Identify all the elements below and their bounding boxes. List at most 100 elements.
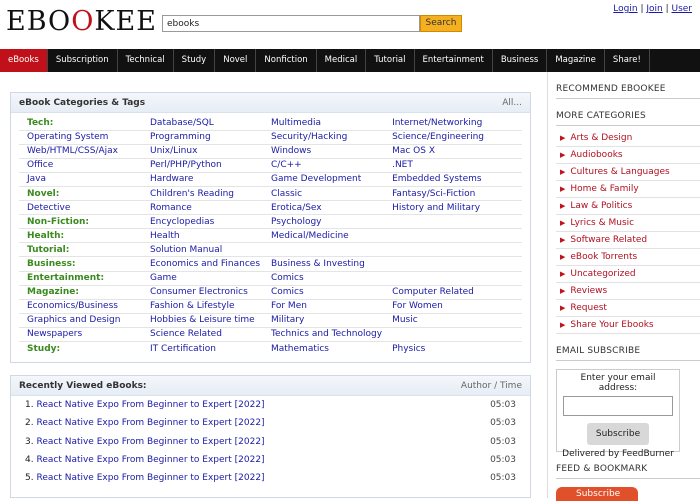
login-link[interactable]: Login (613, 4, 637, 14)
recent-item-link[interactable]: React Native Expo From Beginner to Exper… (36, 473, 264, 483)
sidebar-item-label[interactable]: Software Related (570, 235, 647, 245)
category-link[interactable]: Computer Related (392, 287, 474, 297)
category-link[interactable]: Encyclopedias (150, 217, 214, 227)
category-link[interactable]: Consumer Electronics (150, 287, 248, 297)
sidebar-item-label[interactable]: Share Your Ebooks (570, 320, 653, 330)
sidebar-item-label[interactable]: Reviews (570, 286, 607, 296)
category-link[interactable]: IT Certification (150, 344, 216, 354)
category-link[interactable]: Unix/Linux (150, 146, 197, 156)
category-link[interactable]: Operating System (27, 132, 108, 142)
category-link[interactable]: Classic (271, 189, 302, 199)
category-link[interactable]: Medical/Medicine (271, 231, 349, 241)
nav-tab-study[interactable]: Study (174, 49, 216, 72)
category-link[interactable]: Solution Manual (150, 245, 222, 255)
recent-item-link[interactable]: React Native Expo From Beginner to Exper… (36, 455, 264, 465)
recent-item-link[interactable]: React Native Expo From Beginner to Exper… (36, 437, 264, 447)
nav-tab-medical[interactable]: Medical (317, 49, 367, 72)
sidebar-item-cultures-languages[interactable]: ▶ Cultures & Languages (556, 164, 700, 181)
sidebar-item-ebook-torrents[interactable]: ▶ eBook Torrents (556, 249, 700, 266)
sidebar-item-home-family[interactable]: ▶ Home & Family (556, 181, 700, 198)
sidebar-item-lyrics-music[interactable]: ▶ Lyrics & Music (556, 215, 700, 232)
category-link[interactable]: Embedded Systems (392, 174, 482, 184)
category-link[interactable]: Military (271, 315, 304, 325)
sidebar-item-label[interactable]: Lyrics & Music (570, 218, 634, 228)
category-link[interactable]: Economics and Finances (150, 259, 260, 269)
sidebar-item-label[interactable]: Request (570, 303, 607, 313)
sidebar-item-label[interactable]: Home & Family (570, 184, 638, 194)
category-link[interactable]: Science Related (150, 329, 222, 339)
category-link[interactable]: Office (27, 160, 53, 170)
nav-tab-tutorial[interactable]: Tutorial (366, 49, 415, 72)
category-link[interactable]: Game Development (271, 174, 361, 184)
category-link[interactable]: Game (150, 273, 177, 283)
nav-tab-magazine[interactable]: Magazine (547, 49, 605, 72)
nav-tab-technical[interactable]: Technical (118, 49, 174, 72)
category-link[interactable]: Detective (27, 203, 70, 213)
nav-tab-share[interactable]: Share! (605, 49, 650, 72)
category-link[interactable]: Newspapers (27, 329, 82, 339)
search-button[interactable]: Search (420, 15, 462, 32)
nav-tab-novel[interactable]: Novel (215, 49, 257, 72)
category-link[interactable]: Multimedia (271, 118, 321, 128)
category-link[interactable]: Security/Hacking (271, 132, 347, 142)
category-link[interactable]: Web/HTML/CSS/Ajax (27, 146, 118, 156)
category-link[interactable]: Children's Reading (150, 189, 234, 199)
category-link[interactable]: Graphics and Design (27, 315, 120, 325)
sidebar-item-audiobooks[interactable]: ▶ Audiobooks (556, 147, 700, 164)
category-link[interactable]: Comics (271, 273, 304, 283)
category-link[interactable]: C/C++ (271, 160, 302, 170)
category-link[interactable]: Database/SQL (150, 118, 214, 128)
user-link[interactable]: User (671, 4, 692, 14)
category-link[interactable]: Business & Investing (271, 259, 365, 269)
category-link[interactable]: Technics and Technology (271, 329, 382, 339)
category-link[interactable]: Science/Engineering (392, 132, 484, 142)
sidebar-item-label[interactable]: Law & Politics (570, 201, 632, 211)
category-link[interactable]: Psychology (271, 217, 322, 227)
recent-item-link[interactable]: React Native Expo From Beginner to Exper… (36, 400, 264, 410)
category-link[interactable]: History and Military (392, 203, 480, 213)
nav-tab-entertainment[interactable]: Entertainment (415, 49, 493, 72)
nav-tab-business[interactable]: Business (493, 49, 548, 72)
delivered-by-link[interactable]: Delivered by FeedBurner (561, 449, 675, 459)
recent-item-link[interactable]: React Native Expo From Beginner to Exper… (36, 418, 264, 428)
category-link[interactable]: Comics (271, 287, 304, 297)
sidebar-item-label[interactable]: eBook Torrents (570, 252, 637, 262)
category-link[interactable]: Perl/PHP/Python (150, 160, 222, 170)
sidebar-item-label[interactable]: Audiobooks (570, 150, 622, 160)
category-link[interactable]: Music (392, 315, 418, 325)
category-link[interactable]: Programming (150, 132, 211, 142)
site-logo[interactable]: EBOOKEE (6, 6, 157, 37)
nav-tab-nonfiction[interactable]: Nonfiction (256, 49, 317, 72)
category-link[interactable]: Romance (150, 203, 192, 213)
category-link[interactable]: For Women (392, 301, 443, 311)
subscribe-button[interactable]: Subscribe (587, 423, 649, 445)
nav-tab-subscription[interactable]: Subscription (48, 49, 118, 72)
category-link[interactable]: .NET (392, 160, 413, 170)
category-link[interactable]: Physics (392, 344, 425, 354)
sidebar-item-law-politics[interactable]: ▶ Law & Politics (556, 198, 700, 215)
email-field[interactable] (563, 396, 673, 416)
category-link[interactable]: Health (150, 231, 180, 241)
category-link[interactable]: Economics/Business (27, 301, 118, 311)
category-link[interactable]: Mathematics (271, 344, 329, 354)
category-link[interactable]: Hardware (150, 174, 193, 184)
category-link[interactable]: Windows (271, 146, 311, 156)
sidebar-item-reviews[interactable]: ▶ Reviews (556, 283, 700, 300)
category-link[interactable]: Internet/Networking (392, 118, 482, 128)
category-link[interactable]: Erotica/Sex (271, 203, 322, 213)
sidebar-item-label[interactable]: Arts & Design (570, 133, 632, 143)
search-input[interactable] (162, 15, 420, 32)
sidebar-item-label[interactable]: Cultures & Languages (570, 167, 669, 177)
join-link[interactable]: Join (646, 4, 662, 14)
category-link[interactable]: Java (27, 174, 46, 184)
category-link[interactable]: Hobbies & Leisure time (150, 315, 255, 325)
category-link[interactable]: Mac OS X (392, 146, 435, 156)
rss-subscribe-button[interactable]: Subscribe (556, 487, 638, 501)
category-link[interactable]: For Men (271, 301, 307, 311)
category-link[interactable]: Fantasy/Sci-Fiction (392, 189, 475, 199)
sidebar-item-arts-design[interactable]: ▶ Arts & Design (556, 130, 700, 147)
nav-tab-ebooks[interactable]: eBooks (0, 49, 48, 72)
sidebar-item-software-related[interactable]: ▶ Software Related (556, 232, 700, 249)
sidebar-item-label[interactable]: Uncategorized (570, 269, 635, 279)
sidebar-item-request[interactable]: ▶ Request (556, 300, 700, 317)
